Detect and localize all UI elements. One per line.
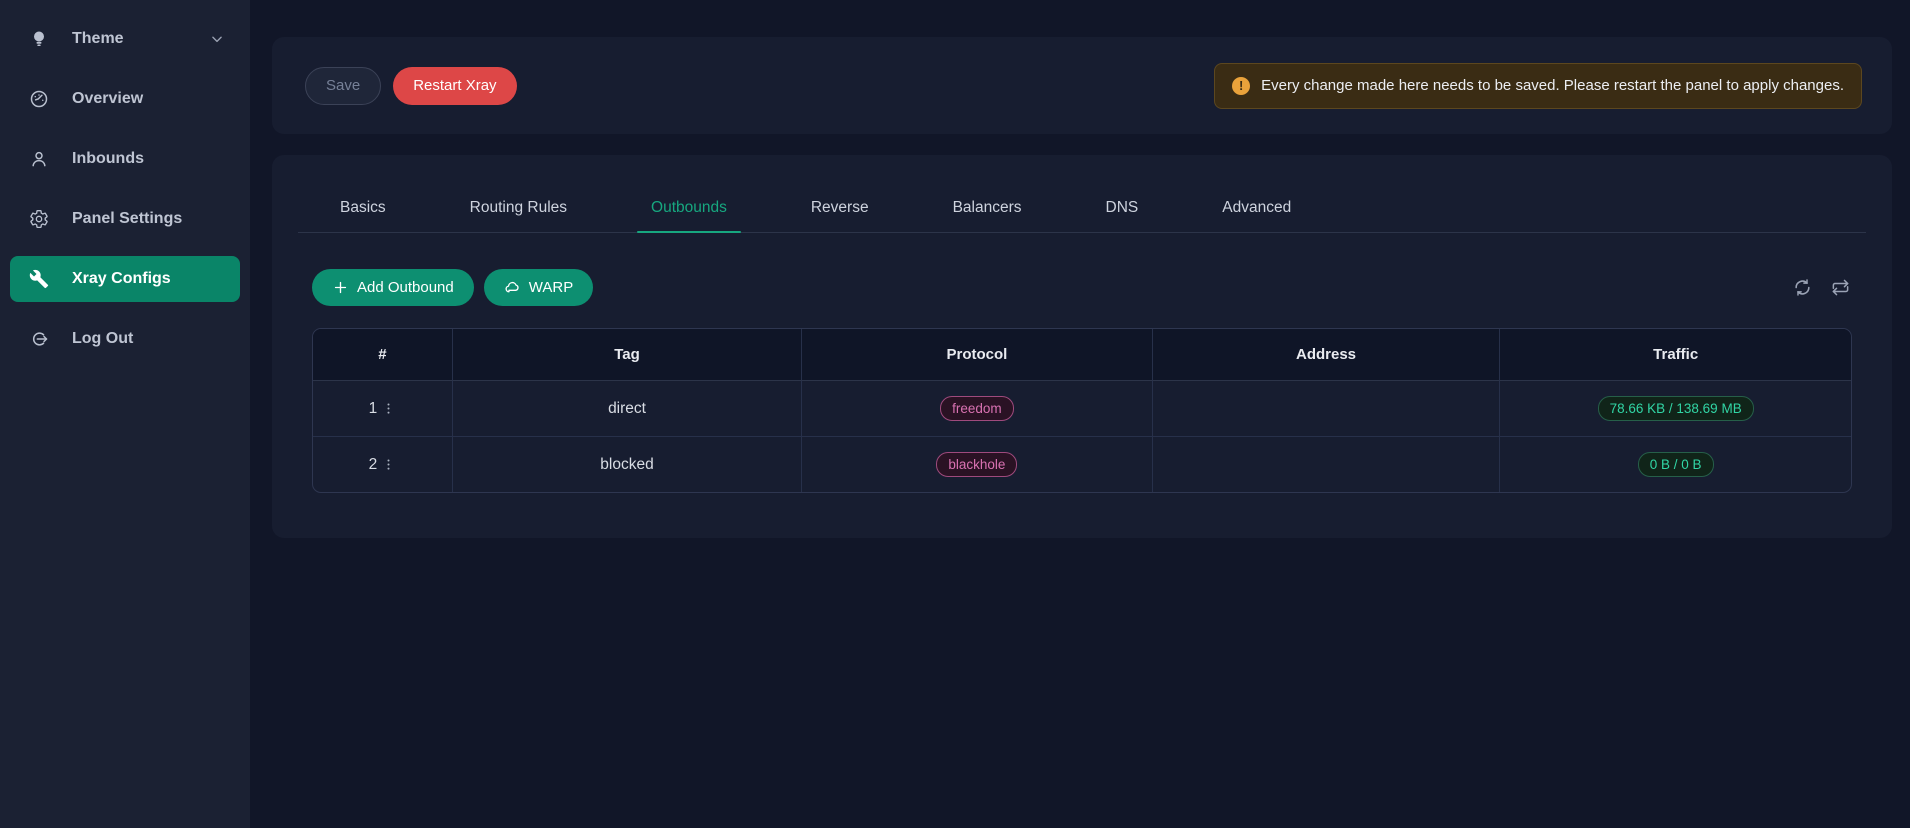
col-header-address: Address xyxy=(1153,329,1501,381)
dashboard-icon xyxy=(28,88,50,110)
tab-reverse[interactable]: Reverse xyxy=(797,191,883,232)
app-root: Theme Overview Inbounds Panel Settings xyxy=(0,0,1910,828)
row-address xyxy=(1153,436,1501,492)
table-tools xyxy=(1791,276,1852,299)
plus-icon xyxy=(332,279,349,296)
sync-icon[interactable] xyxy=(1791,276,1814,299)
outbounds-actions-row: Add Outbound WARP xyxy=(312,269,1852,306)
traffic-badge: 78.66 KB / 138.69 MB xyxy=(1598,396,1754,421)
gear-icon xyxy=(28,208,50,230)
sidebar-item-log-out[interactable]: Log Out xyxy=(10,316,240,362)
row-tag: direct xyxy=(453,381,802,436)
cloud-icon xyxy=(504,279,521,296)
chevron-down-icon xyxy=(210,32,224,46)
row-menu-icon[interactable] xyxy=(381,456,396,473)
traffic-badge: 0 B / 0 B xyxy=(1638,452,1714,477)
unsaved-changes-alert: ! Every change made here needs to be sav… xyxy=(1214,63,1862,109)
warning-icon: ! xyxy=(1232,77,1250,95)
save-button[interactable]: Save xyxy=(305,67,381,105)
sidebar-item-overview[interactable]: Overview xyxy=(10,76,240,122)
table-header-row: # Tag Protocol Address Traffic xyxy=(313,329,1851,381)
add-outbound-button[interactable]: Add Outbound xyxy=(312,269,474,306)
warp-button[interactable]: WARP xyxy=(484,269,593,306)
row-address xyxy=(1153,381,1501,436)
bulb-icon xyxy=(28,28,50,50)
toolbar-card: Save Restart Xray ! Every change made he… xyxy=(272,37,1892,134)
sidebar-item-panel-settings[interactable]: Panel Settings xyxy=(10,196,240,242)
row-index: 2 xyxy=(369,456,378,474)
col-header-tag: Tag xyxy=(453,329,802,381)
sidebar-item-label: Theme xyxy=(72,30,124,48)
sidebar-item-label: Log Out xyxy=(72,330,133,348)
sidebar-item-inbounds[interactable]: Inbounds xyxy=(10,136,240,182)
sidebar-item-label: Overview xyxy=(72,90,143,108)
table-row: 2 blocked blackhole 0 B / 0 B xyxy=(313,436,1851,492)
tab-balancers[interactable]: Balancers xyxy=(939,191,1036,232)
col-header-protocol: Protocol xyxy=(802,329,1153,381)
wrench-icon xyxy=(28,268,50,290)
row-index: 1 xyxy=(369,400,378,418)
logout-icon xyxy=(28,328,50,350)
outbounds-table: # Tag Protocol Address Traffic 1 xyxy=(312,328,1852,493)
sidebar: Theme Overview Inbounds Panel Settings xyxy=(0,0,250,828)
tab-basics[interactable]: Basics xyxy=(326,191,400,232)
repeat-icon[interactable] xyxy=(1829,276,1852,299)
tab-dns[interactable]: DNS xyxy=(1092,191,1153,232)
user-icon xyxy=(28,148,50,170)
table-row: 1 direct freedom 78.66 KB / 138.69 MB xyxy=(313,381,1851,436)
row-tag: blocked xyxy=(453,436,802,492)
col-header-traffic: Traffic xyxy=(1500,329,1851,381)
sidebar-item-xray-configs[interactable]: Xray Configs xyxy=(10,256,240,302)
restart-xray-button[interactable]: Restart Xray xyxy=(393,67,516,105)
main-content: Save Restart Xray ! Every change made he… xyxy=(250,0,1910,828)
config-tabs: Basics Routing Rules Outbounds Reverse B… xyxy=(298,155,1866,233)
sidebar-item-theme[interactable]: Theme xyxy=(10,16,240,62)
tab-routing-rules[interactable]: Routing Rules xyxy=(456,191,581,232)
tab-outbounds[interactable]: Outbounds xyxy=(637,191,741,232)
protocol-badge: blackhole xyxy=(936,452,1017,477)
xray-config-card: Basics Routing Rules Outbounds Reverse B… xyxy=(272,155,1892,538)
sidebar-item-label: Panel Settings xyxy=(72,210,182,228)
sidebar-item-label: Inbounds xyxy=(72,150,144,168)
protocol-badge: freedom xyxy=(940,396,1014,421)
tab-advanced[interactable]: Advanced xyxy=(1208,191,1305,232)
alert-text: Every change made here needs to be saved… xyxy=(1261,77,1844,94)
col-header-index: # xyxy=(313,329,453,381)
sidebar-item-label: Xray Configs xyxy=(72,270,171,288)
row-menu-icon[interactable] xyxy=(381,400,396,417)
